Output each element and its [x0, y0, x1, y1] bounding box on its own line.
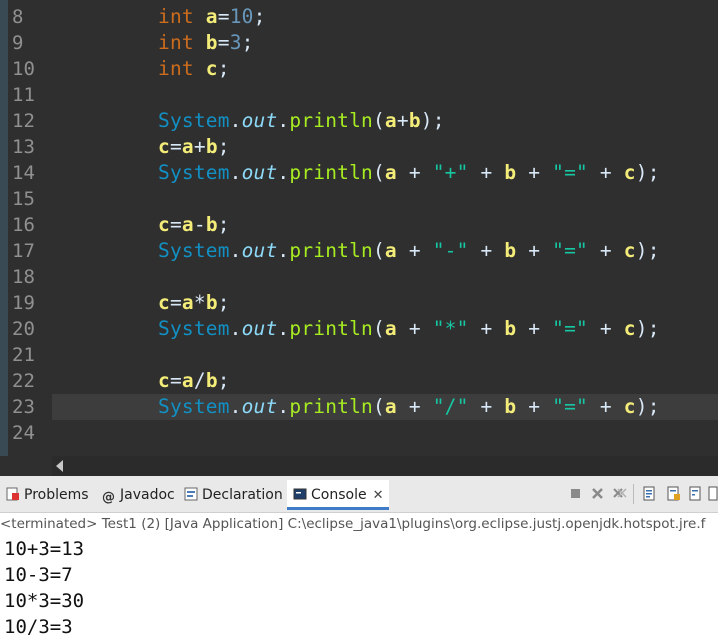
console-panel: Problems @ Javadoc Declaration Console ✕ <… [0, 476, 718, 642]
view-tab-bar: Problems @ Javadoc Declaration Console ✕ [0, 476, 718, 513]
line-number: 20 [12, 318, 35, 340]
tab-javadoc[interactable]: @ Javadoc [102, 484, 175, 506]
code-text: c=a/b; [158, 369, 230, 392]
code-line: 22 c=a/b; [0, 368, 718, 394]
scroll-left-icon[interactable] [56, 460, 63, 472]
code-text: System.out.println(a + "*" + b + "=" + c… [158, 317, 660, 340]
javadoc-icon: @ [102, 490, 115, 505]
code-line: 16 c=a-b; [0, 212, 718, 238]
line-number: 13 [12, 136, 35, 158]
code-line: 23 System.out.println(a + "/" + b + "=" … [0, 394, 718, 420]
code-line: 9 int b=3; [0, 30, 718, 56]
close-icon[interactable]: ✕ [373, 481, 384, 511]
output-line: 10+3=13 [4, 538, 85, 560]
code-line: 21 [0, 342, 718, 368]
code-line: 20 System.out.println(a + "*" + b + "=" … [0, 316, 718, 342]
code-line: 24 [0, 420, 718, 446]
line-number: 18 [12, 266, 35, 288]
line-number: 16 [12, 214, 35, 236]
declaration-icon [184, 487, 198, 501]
code-text: System.out.println(a + "+" + b + "=" + c… [158, 161, 660, 184]
code-line: 14 System.out.println(a + "+" + b + "=" … [0, 160, 718, 186]
line-number: 24 [12, 422, 35, 444]
code-line: 18 [0, 264, 718, 290]
code-text: System.out.println(a+b); [158, 109, 445, 132]
horizontal-scrollbar[interactable] [52, 456, 718, 476]
line-number: 17 [12, 240, 35, 262]
code-line: 15 [0, 186, 718, 212]
code-text: System.out.println(a + "-" + b + "=" + c… [158, 239, 660, 262]
tab-declaration[interactable]: Declaration [184, 484, 283, 506]
code-text: c=a*b; [158, 291, 230, 314]
line-number: 14 [12, 162, 35, 184]
line-number: 15 [12, 188, 35, 210]
code-line: 19 c=a*b; [0, 290, 718, 316]
word-wrap-icon[interactable] [688, 486, 703, 501]
code-text: System.out.println(a + "/" + b + "=" + c… [158, 395, 660, 418]
output-line: 10*3=30 [4, 590, 85, 612]
tab-problems[interactable]: Problems [6, 484, 89, 506]
terminate-icon[interactable] [568, 486, 583, 501]
tab-console[interactable]: Console ✕ [287, 480, 390, 511]
line-number: 12 [12, 110, 35, 132]
code-text: c=a-b; [158, 213, 230, 236]
code-text: int a=10; [158, 5, 266, 28]
clear-console-icon[interactable] [642, 486, 657, 501]
line-number: 19 [12, 292, 35, 314]
line-number: 9 [12, 32, 24, 54]
output-line: 10/3=3 [4, 616, 73, 638]
pin-icon[interactable] [708, 486, 718, 501]
code-text: c=a+b; [158, 135, 230, 158]
line-number: 21 [12, 344, 35, 366]
code-line: 11 [0, 82, 718, 108]
scroll-lock-icon[interactable] [666, 486, 681, 501]
line-number: 23 [12, 396, 35, 418]
problems-icon [6, 487, 19, 501]
output-line: 10-3=7 [4, 564, 73, 586]
toolbar-separator [633, 484, 634, 504]
code-line: 13 c=a+b; [0, 134, 718, 160]
console-icon [293, 488, 307, 500]
line-number: 22 [12, 370, 35, 392]
code-line: 12 System.out.println(a+b); [0, 108, 718, 134]
console-output: 10+3=13 10-3=7 10*3=30 10/3=3 [4, 536, 84, 640]
code-line: 8 int a=10; [0, 4, 718, 30]
remove-launch-icon[interactable] [590, 486, 605, 501]
line-number: 10 [12, 58, 35, 80]
code-text: int b=3; [158, 31, 254, 54]
code-editor[interactable]: 8 int a=10; 9 int b=3; 10 int c; 11 12 S… [0, 0, 718, 456]
line-number: 8 [12, 6, 24, 28]
remove-all-icon[interactable] [612, 486, 627, 501]
line-number: 11 [12, 84, 35, 106]
code-line: 10 int c; [0, 56, 718, 82]
code-text: int c; [158, 57, 230, 80]
terminated-status: <terminated> Test1 (2) [Java Application… [0, 513, 718, 535]
code-line: 17 System.out.println(a + "-" + b + "=" … [0, 238, 718, 264]
gutter-footer [0, 456, 52, 476]
